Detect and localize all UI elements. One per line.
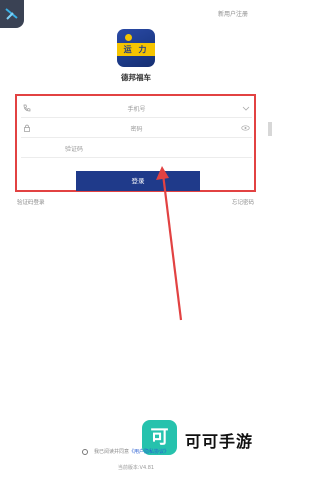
agreement-row[interactable]: 我已阅读并同意《用户隐私协议》 xyxy=(82,448,169,455)
watermark-text: 可可手游 xyxy=(185,432,254,451)
agreement-link[interactable]: 《用户隐私协议》 xyxy=(129,449,169,455)
annotation-arrow xyxy=(156,166,183,321)
agreement-prefix: 我已阅读并同意 xyxy=(94,449,130,455)
agree-radio-icon[interactable] xyxy=(82,448,88,455)
version-label: 当前版本:V4.81 xyxy=(117,465,155,471)
scroll-indicator xyxy=(268,122,272,136)
